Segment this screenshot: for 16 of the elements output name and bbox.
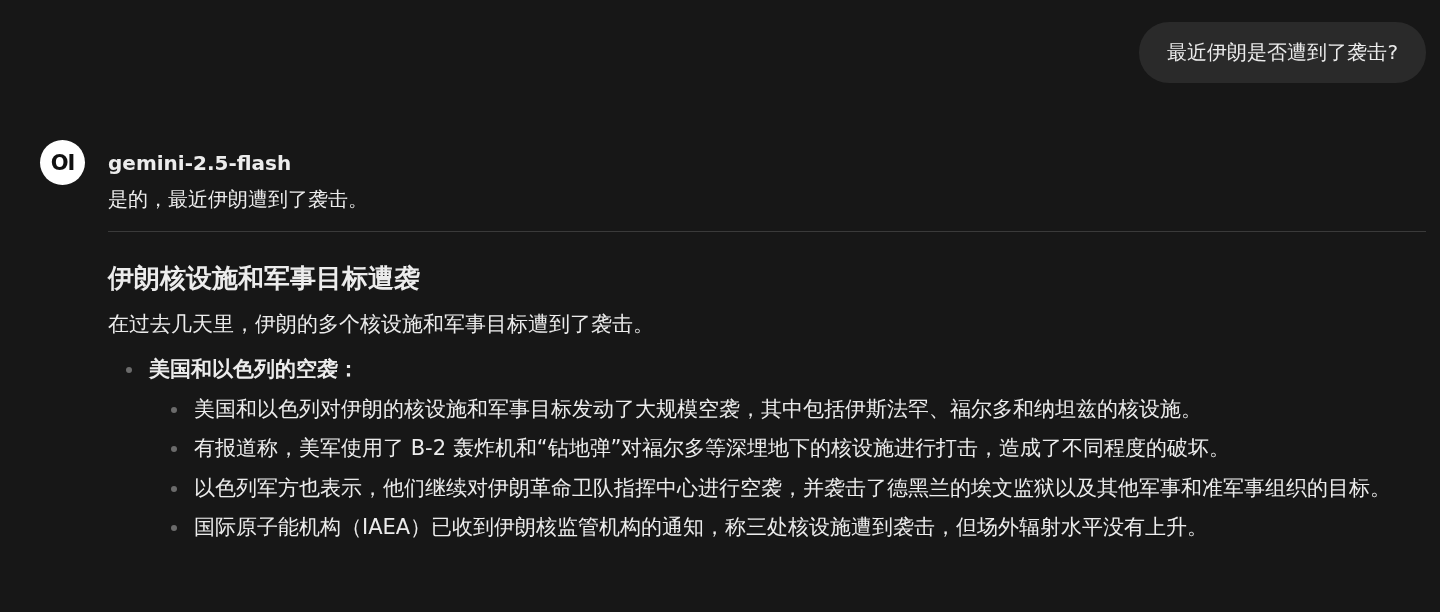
section-heading: 伊朗核设施和军事目标遭袭 bbox=[108, 262, 421, 295]
avatar-logo: OI bbox=[40, 140, 85, 185]
reply-text: 是的，最近伊朗遭到了袭击。 bbox=[108, 186, 369, 213]
user-message: 最近伊朗是否遭到了袭击? bbox=[1139, 22, 1426, 83]
list-item: 国际原子能机构（IAEA）已收到伊朗核监管机构的通知，称三处核设施遭到袭击，但场外辐射水平没有上升。 bbox=[194, 514, 1210, 541]
list-item: 美国和以色列对伊朗的核设施和军事目标发动了大规模空袭，其中包括伊斯法罕、福尔多和纳坦兹的核设施。 bbox=[194, 395, 1203, 423]
paragraph: 在过去几天里，伊朗的多个核设施和军事目标遭到了袭击。 bbox=[108, 311, 655, 338]
list-item: 以色列军方也表示，他们继续对伊朗革命卫队指挥中心进行空袭，并袭击了德黑兰的埃文监狱以及其他军事和准军事组织的目标。 bbox=[194, 474, 1392, 502]
model-name: gemini-2.5-flash bbox=[108, 150, 293, 176]
list-item: 美国和以色列的空袭： bbox=[149, 356, 360, 383]
bullet-icon bbox=[171, 446, 177, 452]
bullet-icon bbox=[126, 367, 132, 373]
bullet-icon bbox=[171, 406, 177, 413]
list-item: 有报道称，美军使用了 B-2 轰炸机和“钻地弹”对福尔多等深埋地下的核设施进行打击，造成了不同程度的破坏。 bbox=[194, 435, 1232, 462]
bullet-icon bbox=[171, 485, 177, 492]
bullet-icon bbox=[171, 525, 177, 531]
